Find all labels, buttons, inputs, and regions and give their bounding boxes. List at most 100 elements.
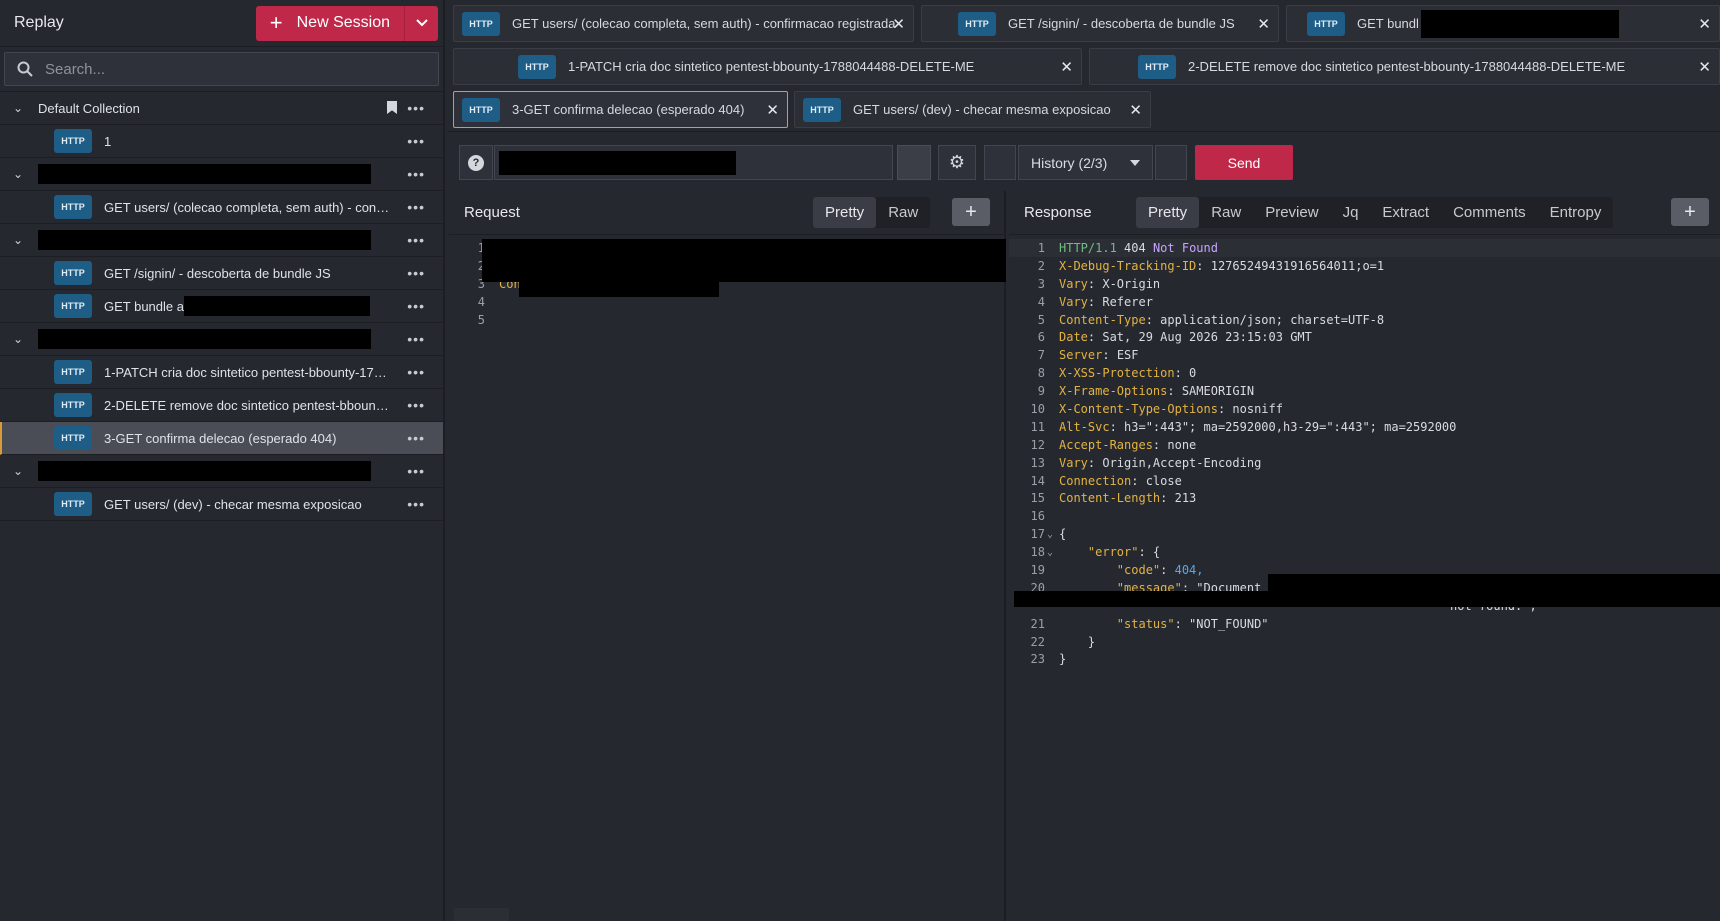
sidebar-title: Replay: [14, 14, 64, 31]
tab-pretty[interactable]: Pretty: [813, 197, 877, 228]
header-value: application/json; charset=UTF-8: [1160, 312, 1385, 327]
more-icon[interactable]: •••: [407, 496, 425, 512]
chevron-down-icon[interactable]: ⌄: [0, 167, 38, 181]
list-item[interactable]: HTTP 2-DELETE remove doc sintetico pente…: [0, 389, 443, 422]
close-icon[interactable]: ✕: [1129, 101, 1142, 119]
header-value: none: [1167, 437, 1197, 452]
list-item[interactable]: HTTP 1-PATCH cria doc sintetico pentest-…: [0, 356, 443, 389]
more-icon[interactable]: •••: [407, 199, 425, 215]
new-session-dropdown-button[interactable]: [404, 5, 438, 41]
tab-label: GET users/ (colecao completa, sem auth) …: [512, 16, 896, 31]
list-item[interactable]: HTTP GET users/ (colecao completa, sem a…: [0, 191, 443, 224]
list-item-label: GET bundle a: [104, 298, 184, 314]
settings-button[interactable]: ⚙: [938, 145, 976, 180]
list-item[interactable]: HTTP GET /signin/ - descoberta de bundle…: [0, 257, 443, 290]
redacted-block: [519, 279, 719, 297]
send-button[interactable]: Send: [1195, 145, 1293, 180]
more-icon[interactable]: •••: [407, 463, 425, 479]
history-dropdown[interactable]: History (2/3): [1018, 145, 1153, 180]
collection-group-row[interactable]: ⌄ •••: [0, 323, 443, 356]
session-tab[interactable]: HTTP 1-PATCH cria doc sintetico pentest-…: [453, 48, 1082, 85]
redacted-block: [38, 164, 371, 184]
more-icon[interactable]: •••: [407, 232, 425, 248]
close-icon[interactable]: ✕: [1698, 15, 1711, 33]
list-item-label: 1: [104, 133, 112, 149]
more-icon[interactable]: •••: [407, 397, 425, 413]
tab-preview[interactable]: Preview: [1253, 197, 1330, 228]
session-tab[interactable]: HTTP GET bundl ✕: [1286, 5, 1720, 42]
close-icon[interactable]: ✕: [766, 101, 779, 119]
code-line: 5 Content-Type: application/json; charset…: [1009, 311, 1720, 329]
list-item[interactable]: HTTP GET bundle a •••: [0, 290, 443, 323]
session-tab[interactable]: HTTP GET /signin/ - descoberta de bundle…: [921, 5, 1279, 42]
line-number: 14: [1030, 473, 1045, 488]
help-button[interactable]: ?: [459, 145, 493, 180]
search-icon: [17, 61, 33, 77]
collection-group-row[interactable]: ⌄ •••: [0, 224, 443, 257]
list-item[interactable]: HTTP GET users/ (dev) - checar mesma exp…: [0, 488, 443, 521]
redacted-block: [499, 151, 736, 175]
fold-icon[interactable]: ⌄: [1047, 529, 1053, 540]
tab-extract[interactable]: Extract: [1370, 197, 1441, 228]
chevron-down-icon[interactable]: ⌄: [0, 464, 38, 478]
chevron-down-icon[interactable]: ⌄: [0, 101, 38, 115]
add-button[interactable]: +: [952, 198, 990, 226]
code-line: 22 }: [1009, 633, 1720, 651]
close-icon[interactable]: ✕: [1060, 58, 1073, 76]
code-line: 1 HTTP/1.1 404 Not Found: [1009, 239, 1720, 257]
http-badge: HTTP: [54, 492, 92, 516]
session-tab[interactable]: HTTP GET users/ (colecao completa, sem a…: [453, 5, 914, 42]
list-item-label: GET users/ (colecao completa, sem auth) …: [104, 199, 390, 215]
search-input[interactable]: [45, 60, 405, 78]
line-number: 22: [1030, 634, 1045, 649]
chevron-down-icon[interactable]: ⌄: [0, 332, 38, 346]
chevron-down-icon: [415, 19, 428, 27]
plus-icon: +: [269, 10, 283, 35]
url-input[interactable]: [494, 145, 893, 180]
more-icon[interactable]: •••: [407, 133, 425, 149]
close-icon[interactable]: ✕: [1257, 15, 1270, 33]
more-icon[interactable]: •••: [407, 331, 425, 347]
bookmark-icon[interactable]: [387, 101, 397, 114]
list-item-selected[interactable]: HTTP 3-GET confirma delecao (esperado 40…: [0, 422, 443, 455]
tab-label: GET /signin/ - descoberta de bundle JS: [1008, 16, 1235, 31]
more-icon[interactable]: •••: [407, 100, 425, 116]
new-session-button[interactable]: + New Session: [256, 6, 404, 41]
close-icon[interactable]: ✕: [892, 15, 905, 33]
tab-raw[interactable]: Raw: [1199, 197, 1253, 228]
tab-pretty[interactable]: Pretty: [1136, 197, 1200, 228]
tab-comments[interactable]: Comments: [1441, 197, 1538, 228]
fold-icon[interactable]: ⌄: [1047, 547, 1053, 558]
more-icon[interactable]: •••: [407, 166, 425, 182]
response-editor[interactable]: 1 HTTP/1.1 404 Not Found 2 X-Debug-Trackin…: [1009, 235, 1720, 668]
history-forward-button[interactable]: [1155, 145, 1187, 180]
add-button[interactable]: +: [1671, 198, 1709, 226]
request-editor[interactable]: 1 2Host 3Connection: close 4 5: [449, 235, 1006, 328]
tab-entropy[interactable]: Entropy: [1538, 197, 1614, 228]
history-back-button[interactable]: [984, 145, 1016, 180]
more-icon[interactable]: •••: [407, 265, 425, 281]
session-tab-active[interactable]: HTTP 3-GET confirma delecao (esperado 40…: [453, 91, 788, 128]
collection-tree: ⌄ Default Collection ••• HTTP 1 ••• ⌄ ••…: [0, 92, 443, 521]
more-icon[interactable]: •••: [407, 298, 425, 314]
collection-group-row[interactable]: ⌄ •••: [0, 455, 443, 488]
chevron-down-icon[interactable]: ⌄: [0, 233, 38, 247]
request-footer: [454, 908, 509, 921]
list-item[interactable]: HTTP 1 •••: [0, 125, 443, 158]
code-line: 6 Date: Sat, 29 Aug 2026 23:15:03 GMT: [1009, 328, 1720, 346]
session-tab[interactable]: HTTP 2-DELETE remove doc sintetico pente…: [1089, 48, 1720, 85]
close-icon[interactable]: ✕: [1698, 58, 1711, 76]
more-icon[interactable]: •••: [407, 364, 425, 380]
url-action-button[interactable]: [897, 145, 931, 180]
header-key: Server: [1059, 348, 1103, 363]
line-number: 11: [1030, 419, 1045, 434]
more-icon[interactable]: •••: [407, 430, 425, 446]
collection-group-row[interactable]: ⌄ •••: [0, 158, 443, 191]
collection-row[interactable]: ⌄ Default Collection •••: [0, 92, 443, 125]
http-badge: HTTP: [54, 129, 92, 153]
session-tab[interactable]: HTTP GET users/ (dev) - checar mesma exp…: [794, 91, 1151, 128]
header-value: Origin,Accept-Encoding: [1102, 455, 1262, 470]
tab-raw[interactable]: Raw: [876, 197, 930, 228]
json-key: "status": [1116, 616, 1175, 631]
tab-jq[interactable]: Jq: [1331, 197, 1371, 228]
